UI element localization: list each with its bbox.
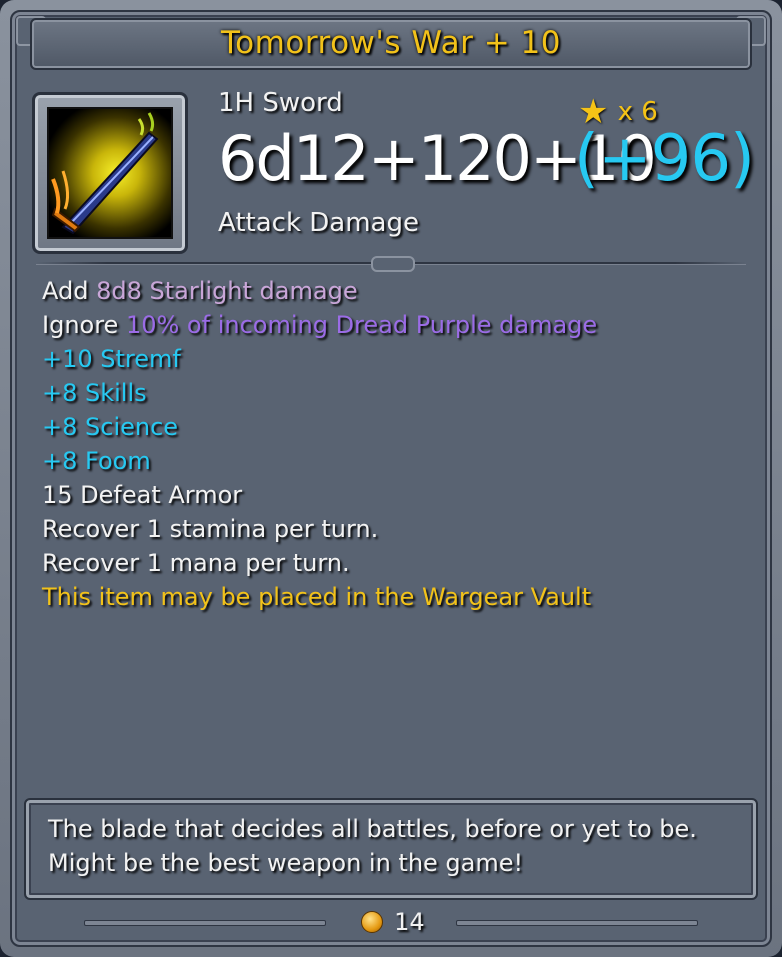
stat-line: +8 Science (42, 413, 179, 441)
star-count: x 6 (617, 97, 658, 127)
description-box: The blade that decides all battles, befo… (24, 798, 758, 900)
stat-line: +10 Stremf (42, 345, 181, 373)
stat-line: Recover 1 stamina per turn. (42, 515, 379, 543)
sword-icon-graphic (51, 112, 159, 235)
title-bar: Tomorrow's War + 10 (30, 18, 752, 70)
footer-ornament-left (84, 920, 326, 926)
price: 14 (361, 908, 425, 936)
damage-label: Attack Damage (218, 208, 419, 238)
stat-line: Recover 1 mana per turn. (42, 549, 350, 577)
star-icon: ★ (578, 92, 609, 132)
stats-list: Add 8d8 Starlight damage Ignore 10% of i… (42, 274, 597, 614)
item-tooltip-card: Tomorrow's War + 10 1H Sword 6d12+120+10… (0, 0, 782, 957)
sword-icon (47, 107, 173, 239)
footer-ornament-right (456, 920, 698, 926)
item-icon-frame (32, 92, 188, 254)
stat-line: +8 Foom (42, 447, 151, 475)
description-text: The blade that decides all battles, befo… (48, 815, 697, 877)
stat-line: 15 Defeat Armor (42, 481, 243, 509)
stat-line: This item may be placed in the Wargear V… (42, 583, 592, 611)
stat-line: Add 8d8 Starlight damage (42, 277, 358, 305)
stat-line: Ignore 10% of incoming Dread Purple dama… (42, 311, 598, 339)
footer: 14 (24, 900, 758, 944)
stat-line: +8 Skills (42, 379, 147, 407)
coin-icon (361, 911, 383, 933)
divider-ornament (371, 256, 415, 272)
damage-bonus: (+96) (574, 122, 755, 196)
coin-count: 14 (394, 908, 425, 936)
weapon-type: 1H Sword (218, 88, 343, 118)
star-rating: ★ x 6 (578, 92, 658, 132)
divider (36, 256, 746, 272)
item-title: Tomorrow's War + 10 (221, 25, 561, 61)
